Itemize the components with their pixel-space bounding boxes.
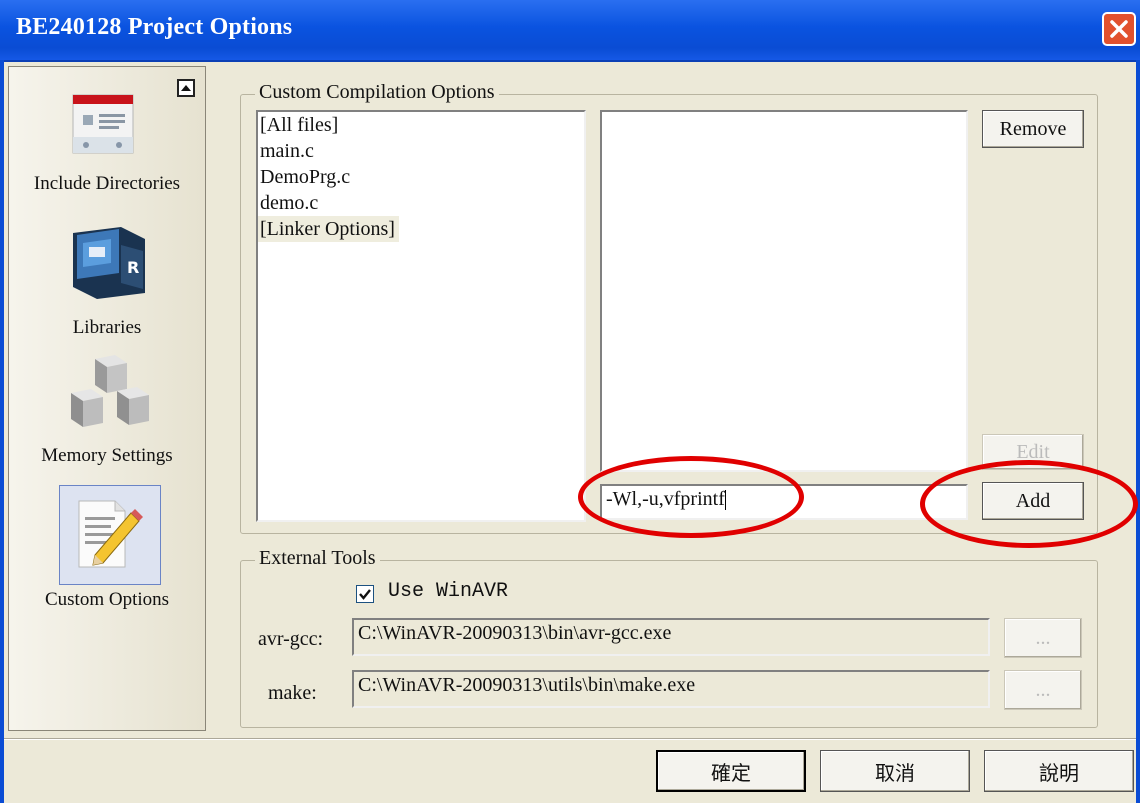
sidebar-item-libraries[interactable]: R Libraries: [9, 223, 205, 343]
include-directories-icon: [72, 94, 134, 154]
window-title: BE240128 Project Options: [16, 14, 293, 40]
sidebar-item-custom-options[interactable]: Custom Options: [9, 487, 205, 617]
memory-cubes-icon: [71, 355, 149, 427]
file-list-item[interactable]: [All files]: [258, 112, 584, 138]
window-frame-left: [0, 60, 4, 803]
close-button[interactable]: [1102, 12, 1136, 46]
annotation-ellipse-add: [920, 460, 1138, 548]
footer-separator: [4, 738, 1136, 740]
use-winavr-checkbox[interactable]: [356, 585, 374, 603]
file-list-item[interactable]: DemoPrg.c: [258, 164, 584, 190]
ok-button[interactable]: 確定: [656, 750, 806, 792]
file-list[interactable]: [All files] main.c DemoPrg.c demo.c [Lin…: [256, 110, 586, 522]
sidebar-item-label: Libraries: [72, 317, 142, 338]
use-winavr-label[interactable]: Use WinAVR: [388, 580, 508, 603]
remove-button[interactable]: Remove: [982, 110, 1084, 148]
make-path-field[interactable]: C:\WinAVR-20090313\utils\bin\make.exe: [352, 670, 990, 708]
window-frame-right: [1136, 60, 1140, 803]
sidebar-item-include-directories[interactable]: Include Directories: [9, 87, 205, 207]
project-options-dialog: BE240128 Project Options Include Directo…: [0, 0, 1140, 803]
file-list-item[interactable]: main.c: [258, 138, 584, 164]
sidebar-item-label: Memory Settings: [41, 445, 173, 466]
file-list-item-selected[interactable]: [Linker Options]: [258, 216, 399, 242]
close-icon: [1110, 20, 1128, 38]
help-button[interactable]: 說明: [984, 750, 1134, 792]
avr-gcc-path-field[interactable]: C:\WinAVR-20090313\bin\avr-gcc.exe: [352, 618, 990, 656]
title-bar: BE240128 Project Options: [0, 0, 1140, 62]
make-browse-button[interactable]: ...: [1004, 670, 1082, 710]
sidebar-item-memory-settings[interactable]: Memory Settings: [9, 355, 205, 475]
options-sidebar: Include Directories R Libraries Memory S…: [8, 66, 206, 731]
file-list-item[interactable]: demo.c: [258, 190, 584, 216]
libraries-book-icon: R: [73, 227, 145, 299]
svg-text:R: R: [127, 258, 139, 277]
annotation-ellipse-input: [578, 456, 804, 538]
make-label: make:: [268, 682, 317, 704]
avr-gcc-label: avr-gcc:: [258, 628, 324, 650]
checkmark-icon: [359, 589, 371, 600]
cancel-button[interactable]: 取消: [820, 750, 970, 792]
options-list[interactable]: [600, 110, 968, 472]
sidebar-item-label: Custom Options: [44, 589, 170, 610]
external-tools-group-title: External Tools: [255, 547, 380, 570]
custom-compilation-group-title: Custom Compilation Options: [255, 81, 499, 104]
custom-options-pencil-icon: [78, 500, 143, 568]
sidebar-item-label: Include Directories: [33, 173, 181, 194]
avr-gcc-browse-button[interactable]: ...: [1004, 618, 1082, 658]
